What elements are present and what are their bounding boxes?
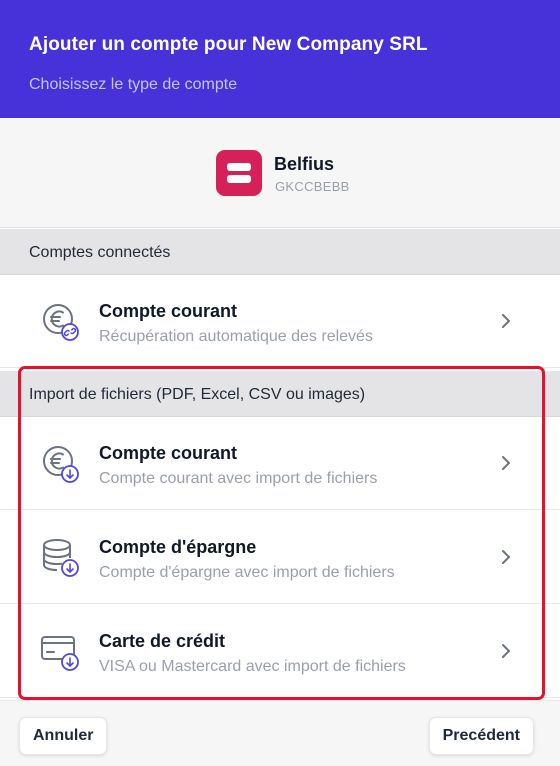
account-option-description: VISA ou Mastercard avec import de fichie… [99, 658, 406, 675]
bank-info: Belfius GKCCBEBB [0, 118, 560, 228]
section-header-connected-accounts: Comptes connectés [0, 229, 560, 275]
account-option-import-current[interactable]: Compte courant Compte courant avec impor… [0, 417, 560, 510]
chevron-right-icon [502, 550, 510, 564]
belfius-logo [216, 150, 262, 196]
card-download-icon [41, 636, 79, 671]
account-option-import-savings[interactable]: Compte d'épargne Compte d'épargne avec i… [0, 511, 560, 604]
modal-header: Ajouter un compte pour New Company SRL C… [0, 0, 560, 118]
modal-title: Ajouter un compte pour New Company SRL [29, 34, 428, 55]
bank-name: Belfius [274, 154, 335, 174]
coins-download-icon [43, 539, 79, 577]
euro-download-icon [43, 446, 79, 483]
chevron-right-icon [502, 314, 510, 328]
section-header-file-import: Import de fichiers (PDF, Excel, CSV ou i… [0, 371, 560, 417]
account-option-connected-current[interactable]: Compte courant Récupération automatique … [0, 275, 560, 368]
previous-button[interactable]: Precédent [428, 717, 534, 755]
bank-bic-code: GKCCBEBB [275, 179, 350, 194]
account-option-title: Carte de crédit [99, 631, 226, 651]
account-option-import-credit-card[interactable]: Carte de crédit VISA ou Mastercard avec … [0, 605, 560, 698]
account-option-title: Compte courant [99, 443, 238, 463]
cancel-button[interactable]: Annuler [19, 717, 108, 755]
account-option-title: Compte courant [99, 301, 238, 321]
euro-link-icon [43, 304, 79, 341]
account-option-description: Compte courant avec import de fichiers [99, 470, 378, 487]
chevron-right-icon [502, 456, 510, 470]
account-option-description: Compte d'épargne avec import de fichiers [99, 564, 395, 581]
account-option-title: Compte d'épargne [99, 537, 257, 557]
chevron-right-icon [502, 644, 510, 658]
modal-footer: Annuler Precédent [0, 700, 560, 766]
modal-subtitle: Choisissez le type de compte [29, 76, 238, 93]
account-option-description: Récupération automatique des relevés [99, 328, 373, 345]
